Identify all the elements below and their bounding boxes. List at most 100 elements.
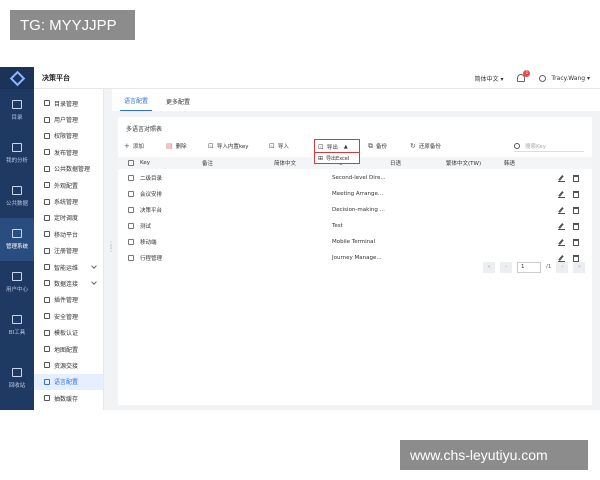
edit-icon[interactable] (558, 239, 565, 246)
rail-item-my-analysis[interactable]: 我的分析 (0, 132, 34, 175)
rail-item-directory[interactable]: 目录 (0, 89, 34, 132)
import-builtin-key-button[interactable]: ⊡ 导入内置key (208, 139, 249, 153)
pagination: « ‹ 1 /1 › » (483, 261, 586, 273)
menu-item-users[interactable]: 用户管理 (34, 111, 103, 127)
user-menu[interactable]: Tracy.Wang ▾ (539, 74, 590, 82)
edit-icon[interactable] (558, 223, 565, 230)
trash-icon[interactable] (573, 222, 579, 230)
delete-button[interactable]: ▤ 删除 (166, 139, 187, 153)
toolbar: + 添加 ▤ 删除 ⊡ 导入内置key ⊡ 导入 ⊡ 导出 ▲ ⧉ 备份 ↻ 还原备份 搜索Ke… (118, 139, 592, 153)
menu-item-security[interactable]: 安全管理 (34, 308, 103, 324)
restore-backup-button[interactable]: ↻ 还原备份 (410, 139, 441, 153)
bell-icon[interactable]: 1 (517, 70, 531, 82)
handover-icon (44, 362, 50, 369)
publish-icon (44, 149, 50, 156)
gear-icon (12, 229, 22, 238)
row-checkbox[interactable] (128, 250, 134, 266)
row-checkbox[interactable] (128, 170, 134, 186)
trash-icon[interactable] (573, 190, 579, 198)
menu-item-schedule[interactable]: 定时调度 (34, 210, 103, 226)
row-english: Test (332, 223, 343, 229)
rail-item-public-data[interactable]: 公共数据 (0, 175, 34, 218)
row-checkbox[interactable] (128, 234, 134, 250)
import-button[interactable]: ⊡ 导入 (269, 139, 289, 153)
export-excel-menu-item[interactable]: ⊞ 导出Excel (314, 152, 360, 164)
page-total: /1 (546, 264, 552, 270)
language-select[interactable]: 简体中文 ▾ (475, 74, 504, 83)
menu-item-mobile[interactable]: 移动平台 (34, 226, 103, 242)
menu-item-registration[interactable]: 注册管理 (34, 243, 103, 259)
first-page-button[interactable]: « (483, 261, 495, 273)
watermark-bottom: www.chs-leyutiyu.com (400, 440, 588, 470)
backup-button[interactable]: ⧉ 备份 (368, 139, 387, 153)
menu-item-publish[interactable]: 发布管理 (34, 144, 103, 160)
rail-item-recycle-bin[interactable]: 回收站 (0, 357, 34, 400)
table-row[interactable]: 测试 Test (118, 218, 592, 234)
user-icon (539, 74, 547, 82)
certificate-icon (44, 329, 50, 336)
recycle-icon (12, 368, 22, 377)
watermark-top: TG: MYYJJPP (10, 10, 135, 40)
menu-item-language[interactable]: 语言配置 (34, 373, 103, 391)
table-row[interactable]: 二级目录 Second-level Dire... (118, 170, 592, 186)
gear-icon (44, 198, 50, 205)
rail-item-bi-tools[interactable]: BI工具 (0, 304, 34, 347)
row-key: 二级目录 (140, 176, 163, 182)
rail-item-management[interactable]: 管理系统 (0, 218, 34, 261)
app-window: 目录 我的分析 公共数据 管理系统 用户中心 BI工具 回收站 决策平台 简体中… (0, 67, 600, 410)
row-key: 会议安排 (140, 192, 163, 198)
table-row[interactable]: 决策平台 Decision-making ... (118, 202, 592, 218)
row-checkbox[interactable] (128, 218, 134, 234)
menu-item-permissions[interactable]: 权限管理 (34, 128, 103, 144)
table-row[interactable]: 移动端 Mobile Terminal (118, 234, 592, 250)
menu-item-data-connection[interactable]: 数据连接 (34, 275, 103, 291)
left-rail: 目录 我的分析 公共数据 管理系统 用户中心 BI工具 回收站 (0, 67, 34, 410)
row-checkbox[interactable] (128, 186, 134, 202)
menu-item-plugins[interactable]: 插件管理 (34, 292, 103, 308)
column-header-ja: 日语 (390, 161, 402, 167)
mobile-icon (44, 231, 50, 238)
menu-item-extract-cache[interactable]: 抽数缓存 (34, 390, 103, 406)
rail-item-user-center[interactable]: 用户中心 (0, 261, 34, 304)
menu-item-public-data[interactable]: 公共数据管理 (34, 161, 103, 177)
edit-icon[interactable] (558, 175, 565, 182)
menu-item-system[interactable]: 系统管理 (34, 193, 103, 209)
next-page-button[interactable]: › (556, 261, 569, 273)
menu-item-map[interactable]: 地图配置 (34, 341, 103, 357)
select-all-checkbox[interactable] (128, 157, 134, 169)
search-input[interactable]: 搜索Key (514, 141, 584, 152)
chevron-down-icon (91, 279, 97, 286)
prev-page-button[interactable]: ‹ (500, 261, 512, 273)
search-icon (514, 143, 520, 149)
menu-item-directory[interactable]: 目录管理 (34, 95, 103, 111)
row-english: Second-level Dire... (332, 175, 386, 181)
drag-handle-icon[interactable]: ⋮ ⋮ (107, 241, 115, 253)
database-icon (12, 186, 22, 195)
add-button[interactable]: + 添加 (124, 139, 144, 153)
edit-icon[interactable] (558, 207, 565, 214)
menu-item-template-auth[interactable]: 模板认证 (34, 324, 103, 340)
app-title: 决策平台 (42, 73, 70, 82)
trash-icon[interactable] (573, 174, 579, 182)
page-number-input[interactable]: 1 (517, 261, 541, 273)
column-header-ko: 韩语 (504, 161, 516, 167)
row-key: 测试 (140, 224, 152, 230)
column-header-note: 备注 (202, 161, 214, 167)
row-english: Journey Manage... (332, 255, 382, 261)
trash-icon[interactable] (573, 238, 579, 246)
chevron-down-icon: ▾ (586, 74, 590, 82)
trash-icon[interactable] (573, 206, 579, 214)
tab-language-config[interactable]: 语言配置 (120, 96, 153, 111)
export-button[interactable]: ⊡ 导出 ▲ (314, 139, 360, 153)
last-page-button[interactable]: » (573, 261, 586, 273)
edit-icon[interactable] (558, 191, 565, 198)
menu-item-handover[interactable]: 资源交接 (34, 357, 103, 373)
table-row[interactable]: 会议安排 Meeting Arrange... (118, 186, 592, 202)
card-title: 多语言对照表 (126, 126, 163, 133)
menu-item-ops[interactable]: 智能运维 (34, 259, 103, 275)
row-english: Decision-making ... (332, 207, 385, 213)
tab-more-config[interactable]: 更多配置 (162, 97, 194, 111)
row-checkbox[interactable] (128, 202, 134, 218)
toolbox-icon (12, 315, 22, 324)
menu-item-appearance[interactable]: 外观配置 (34, 177, 103, 193)
